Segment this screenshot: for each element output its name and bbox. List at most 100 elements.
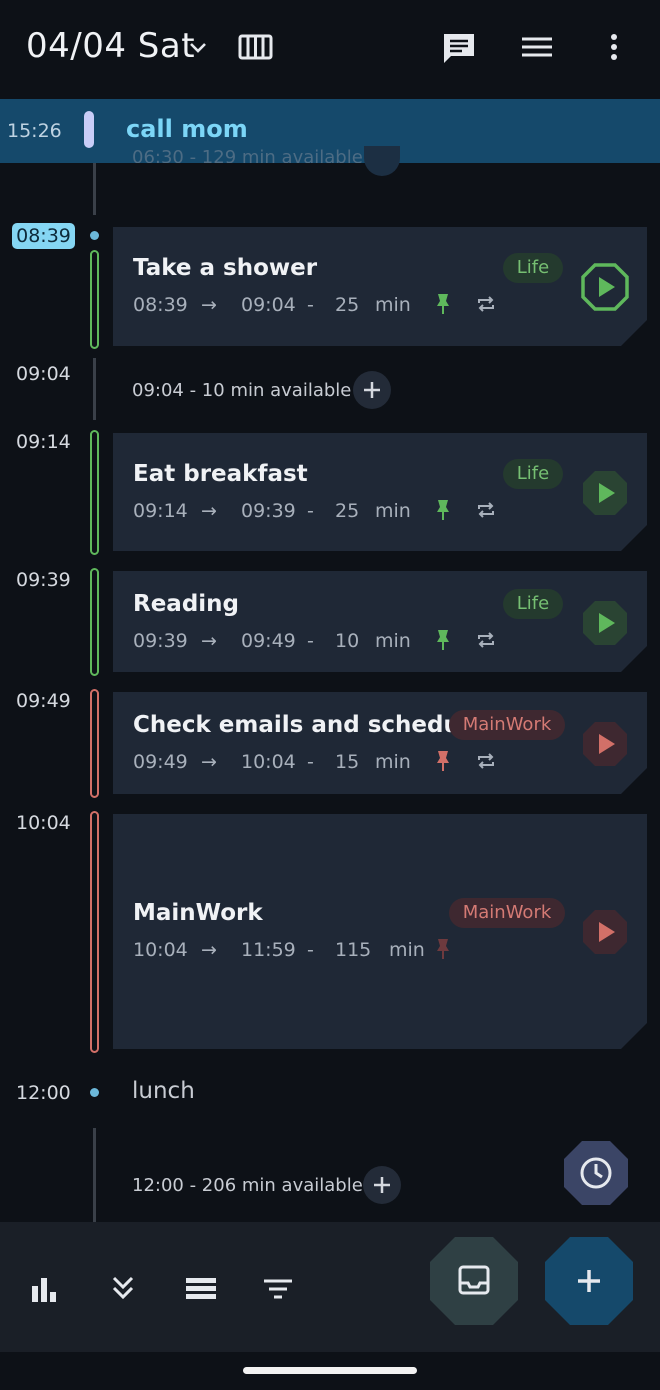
add-in-gap-button[interactable] bbox=[363, 1166, 401, 1204]
time-label: 09:04 bbox=[16, 363, 71, 385]
more-vert-icon[interactable] bbox=[594, 28, 634, 68]
lunch-event[interactable]: lunch bbox=[132, 1078, 195, 1104]
calendar-grid-icon[interactable] bbox=[236, 28, 276, 68]
task-duration: 10 bbox=[335, 630, 360, 652]
time-label: 09:14 bbox=[16, 431, 71, 453]
timeline-dot bbox=[90, 231, 99, 240]
repeat-icon[interactable] bbox=[475, 629, 497, 651]
task-end: 09:49 bbox=[241, 630, 296, 652]
task-start: 10:04 bbox=[133, 939, 188, 961]
task-end: 10:04 bbox=[241, 751, 296, 773]
task-card[interactable]: MainWork 10:04 → 11:59 - 115 min MainWor… bbox=[113, 814, 647, 1049]
timeline-line bbox=[93, 1128, 96, 1222]
task-end: 11:59 bbox=[241, 939, 296, 961]
add-task-button[interactable] bbox=[544, 1236, 634, 1326]
play-button[interactable] bbox=[581, 469, 629, 517]
timeline-line bbox=[93, 163, 96, 215]
timeline-line bbox=[93, 358, 96, 420]
now-time-badge: 08:39 bbox=[12, 223, 75, 249]
plus-icon bbox=[364, 382, 380, 398]
app-header: 04/04 Sat bbox=[0, 0, 660, 98]
time-label: 10:04 bbox=[16, 812, 71, 834]
chat-icon[interactable] bbox=[439, 28, 479, 68]
task-duration-unit: min bbox=[375, 500, 411, 522]
plus-icon bbox=[374, 1177, 390, 1193]
task-card[interactable]: Reading 09:39 → 09:49 - 10 min Life bbox=[113, 571, 647, 672]
play-button[interactable] bbox=[581, 599, 629, 647]
play-button[interactable] bbox=[581, 263, 629, 311]
task-card[interactable]: Check emails and schedule 09:49 → 10:04 … bbox=[113, 692, 647, 794]
task-duration-bar bbox=[90, 568, 99, 676]
category-tag[interactable]: MainWork bbox=[449, 710, 565, 740]
task-dash: - bbox=[307, 751, 314, 773]
task-duration: 115 bbox=[335, 939, 372, 961]
timeline-dot bbox=[90, 1088, 99, 1097]
repeat-icon[interactable] bbox=[475, 293, 497, 315]
add-in-gap-button[interactable] bbox=[353, 371, 391, 409]
list-view-icon[interactable] bbox=[184, 1272, 218, 1306]
arrow-icon: → bbox=[201, 294, 217, 316]
pin-icon[interactable] bbox=[435, 293, 451, 315]
chevron-down-icon[interactable] bbox=[188, 38, 208, 58]
task-dash: - bbox=[307, 500, 314, 522]
time-label: 12:00 bbox=[16, 1082, 71, 1104]
arrow-icon: → bbox=[201, 939, 217, 961]
pin-icon[interactable] bbox=[435, 938, 451, 960]
time-label: 09:39 bbox=[16, 569, 71, 591]
double-chevron-down-icon[interactable] bbox=[106, 1272, 140, 1306]
banner-ghost-add-button bbox=[364, 146, 400, 176]
banner-ghost-text: 06:30 - 129 min available bbox=[132, 147, 363, 163]
arrow-icon: → bbox=[201, 500, 217, 522]
pin-icon[interactable] bbox=[435, 750, 451, 772]
current-task-banner[interactable]: 15:26 call mom 06:30 - 129 min available bbox=[0, 99, 660, 163]
play-button[interactable] bbox=[581, 908, 629, 956]
clock-fab-button[interactable] bbox=[563, 1140, 629, 1206]
task-duration-bar bbox=[90, 811, 99, 1053]
home-indicator[interactable] bbox=[243, 1367, 417, 1374]
current-time: 15:26 bbox=[7, 120, 62, 142]
bar-chart-icon[interactable] bbox=[28, 1272, 62, 1306]
task-start: 09:39 bbox=[133, 630, 188, 652]
task-title: Eat breakfast bbox=[133, 461, 308, 487]
task-card[interactable]: Take a shower 08:39 → 09:04 - 25 min Lif… bbox=[113, 227, 647, 346]
category-tag[interactable]: MainWork bbox=[449, 898, 565, 928]
pin-icon[interactable] bbox=[435, 629, 451, 651]
category-tag[interactable]: Life bbox=[503, 459, 563, 489]
category-tag[interactable]: Life bbox=[503, 253, 563, 283]
task-card[interactable]: Eat breakfast 09:14 → 09:39 - 25 min Lif… bbox=[113, 433, 647, 551]
task-duration-unit: min bbox=[375, 630, 411, 652]
task-title: Reading bbox=[133, 591, 240, 617]
task-title: Take a shower bbox=[133, 255, 318, 281]
task-duration-bar bbox=[90, 430, 99, 555]
filter-icon[interactable] bbox=[261, 1272, 295, 1306]
date-title[interactable]: 04/04 Sat bbox=[26, 26, 195, 66]
inbox-button[interactable] bbox=[429, 1236, 519, 1326]
task-end: 09:39 bbox=[241, 500, 296, 522]
arrow-icon: → bbox=[201, 751, 217, 773]
task-duration-unit: min bbox=[375, 294, 411, 316]
time-label: 09:49 bbox=[16, 690, 71, 712]
menu-lines-icon[interactable] bbox=[517, 28, 557, 68]
task-dash: - bbox=[307, 294, 314, 316]
task-dash: - bbox=[307, 630, 314, 652]
arrow-icon: → bbox=[201, 630, 217, 652]
task-title: MainWork bbox=[133, 900, 263, 926]
repeat-icon[interactable] bbox=[475, 499, 497, 521]
task-duration: 25 bbox=[335, 500, 360, 522]
current-task-bar bbox=[84, 111, 94, 148]
pin-icon[interactable] bbox=[435, 499, 451, 521]
task-duration-bar bbox=[90, 689, 99, 798]
task-duration-unit: min bbox=[389, 939, 425, 961]
current-task-title: call mom bbox=[126, 115, 248, 143]
category-tag[interactable]: Life bbox=[503, 589, 563, 619]
task-title: Check emails and schedule bbox=[133, 712, 484, 738]
task-duration: 25 bbox=[335, 294, 360, 316]
repeat-icon[interactable] bbox=[475, 750, 497, 772]
task-duration-bar bbox=[90, 250, 99, 349]
play-button[interactable] bbox=[581, 720, 629, 768]
task-dash: - bbox=[307, 939, 314, 961]
task-start: 09:49 bbox=[133, 751, 188, 773]
task-start: 09:14 bbox=[133, 500, 188, 522]
task-end: 09:04 bbox=[241, 294, 296, 316]
task-duration-unit: min bbox=[375, 751, 411, 773]
